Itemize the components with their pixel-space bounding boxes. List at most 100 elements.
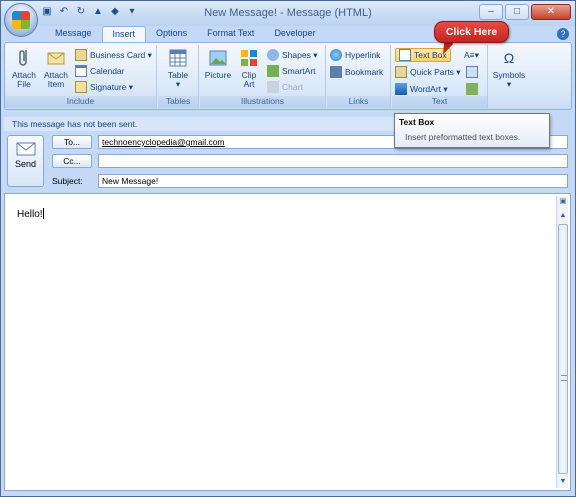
- subject-label: Subject:: [52, 176, 83, 186]
- chart-icon: [267, 81, 279, 93]
- to-button[interactable]: To...: [52, 135, 92, 149]
- subject-field[interactable]: New Message!: [98, 174, 568, 188]
- tables-group-label: Tables: [158, 96, 198, 108]
- wordart-icon: [395, 83, 407, 95]
- symbols-button[interactable]: Ω Symbols ▾: [492, 47, 526, 89]
- hyperlink-button[interactable]: Hyperlink: [330, 48, 380, 62]
- smartart-icon: [267, 65, 279, 77]
- tab-message[interactable]: Message: [45, 26, 102, 42]
- attach-file-button[interactable]: Attach File: [9, 47, 39, 89]
- tooltip-title: Text Box: [399, 117, 435, 127]
- picture-icon: [209, 50, 227, 66]
- signature-line-button[interactable]: [466, 65, 481, 79]
- office-logo-icon: [12, 11, 30, 29]
- chart-label: Chart: [282, 82, 303, 92]
- smartart-button[interactable]: SmartArt: [267, 64, 316, 78]
- body-text-container: Hello!: [17, 208, 44, 220]
- minimize-button[interactable]: –: [479, 4, 503, 20]
- shapes-label: Shapes ▾: [282, 50, 318, 60]
- shapes-icon: [267, 49, 279, 61]
- symbols-dropdown-icon: ▾: [506, 79, 512, 89]
- text-group-label: Text: [392, 96, 487, 108]
- tab-format-text[interactable]: Format Text: [197, 26, 264, 42]
- ribbon-tabs: Message Insert Options Format Text Devel…: [45, 26, 325, 42]
- signature-label: Signature ▾: [90, 82, 134, 92]
- text-box-icon: [399, 49, 411, 61]
- close-button[interactable]: ✕: [531, 4, 571, 20]
- bookmark-icon: [330, 66, 342, 78]
- ribbon: Attach File Attach Item Business Card ▾ …: [4, 42, 572, 110]
- clip-art-button[interactable]: Clip Art: [235, 47, 263, 89]
- business-card-icon: [75, 49, 87, 61]
- click-here-callout: Click Here: [434, 21, 509, 43]
- tab-developer[interactable]: Developer: [264, 26, 325, 42]
- smartart-label: SmartArt: [282, 66, 316, 76]
- group-include: Attach File Attach Item Business Card ▾ …: [5, 45, 157, 108]
- object-button[interactable]: [466, 82, 481, 96]
- attach-item-button[interactable]: Attach Item: [41, 47, 71, 89]
- help-icon[interactable]: ?: [557, 28, 569, 40]
- table-dropdown-icon: ▾: [175, 79, 181, 89]
- include-group-label: Include: [5, 96, 156, 108]
- cc-button[interactable]: Cc...: [52, 154, 92, 168]
- scroll-up-icon[interactable]: ▲: [557, 210, 569, 222]
- tab-options[interactable]: Options: [146, 26, 197, 42]
- scroll-down-icon[interactable]: ▼: [557, 476, 569, 488]
- hyperlink-label: Hyperlink: [345, 50, 381, 60]
- attach-file-label: Attach File: [11, 70, 37, 89]
- quick-parts-button[interactable]: Quick Parts ▾: [395, 65, 461, 79]
- tab-insert[interactable]: Insert: [101, 26, 147, 42]
- illustrations-group-label: Illustrations: [200, 96, 325, 108]
- calendar-icon: [75, 65, 87, 77]
- envelope-icon: [47, 52, 65, 65]
- body-text: Hello!: [17, 209, 43, 220]
- send-button[interactable]: Send: [7, 135, 44, 187]
- office-button[interactable]: [4, 3, 38, 37]
- maximize-button[interactable]: □: [505, 4, 529, 20]
- quick-parts-label: Quick Parts ▾: [410, 67, 461, 77]
- bookmark-label: Bookmark: [345, 67, 384, 77]
- tooltip-description: Insert preformatted text boxes.: [405, 132, 521, 142]
- wordart-label: WordArt ▾: [410, 84, 448, 94]
- signature-line-icon: [466, 66, 478, 78]
- group-illustrations: Picture Clip Art Shapes ▾ SmartArt Chart…: [200, 45, 326, 108]
- group-symbols: Ω Symbols ▾: [489, 45, 529, 108]
- table-button[interactable]: Table ▾: [163, 47, 193, 89]
- links-group-label: Links: [327, 96, 390, 108]
- signature-button[interactable]: Signature ▾: [75, 80, 133, 94]
- send-envelope-icon: [16, 142, 35, 156]
- chart-button[interactable]: Chart: [267, 80, 303, 94]
- omega-icon: Ω: [503, 50, 515, 66]
- vertical-scrollbar[interactable]: ▣ ▲ ▼: [556, 196, 568, 488]
- text-caret: [42, 208, 44, 219]
- clip-art-icon: [241, 50, 257, 66]
- wordart-button[interactable]: WordArt ▾: [395, 82, 448, 96]
- message-body[interactable]: Hello! ▣ ▲ ▼: [4, 193, 571, 491]
- business-card-button[interactable]: Business Card ▾: [75, 48, 152, 62]
- signature-icon: [75, 81, 87, 93]
- clip-art-label: Clip Art: [241, 70, 257, 89]
- globe-icon: [330, 49, 342, 61]
- send-label: Send: [14, 159, 37, 169]
- scroll-grip-icon: [561, 375, 567, 381]
- attach-item-label: Attach Item: [43, 70, 69, 89]
- scroll-thumb[interactable]: [558, 224, 568, 474]
- shapes-button[interactable]: Shapes ▾: [267, 48, 317, 62]
- calendar-button[interactable]: Calendar: [75, 64, 125, 78]
- info-bar: This message has not been sent.: [4, 117, 394, 131]
- group-tables: Table ▾ Tables: [158, 45, 199, 108]
- ruler-toggle-icon[interactable]: ▣: [557, 196, 569, 208]
- text-lines-icon: A≡▾: [464, 50, 479, 60]
- bookmark-button[interactable]: Bookmark: [330, 65, 383, 79]
- picture-button[interactable]: Picture: [203, 47, 233, 80]
- business-card-label: Business Card ▾: [90, 50, 152, 60]
- window-controls: – □ ✕: [479, 4, 571, 20]
- object-icon: [466, 83, 478, 95]
- header-footer-button[interactable]: A≡▾: [464, 48, 479, 62]
- quick-parts-icon: [395, 66, 407, 78]
- outlook-message-window: ▣ ↶ ↻ ▲ ◆ ▾ New Message! - Message (HTML…: [0, 0, 576, 497]
- cc-field[interactable]: [98, 154, 568, 168]
- group-text: Text Box A≡▾ Quick Parts ▾ WordArt ▾ Tex…: [392, 45, 488, 108]
- calendar-label: Calendar: [90, 66, 125, 76]
- picture-label: Picture: [204, 70, 232, 80]
